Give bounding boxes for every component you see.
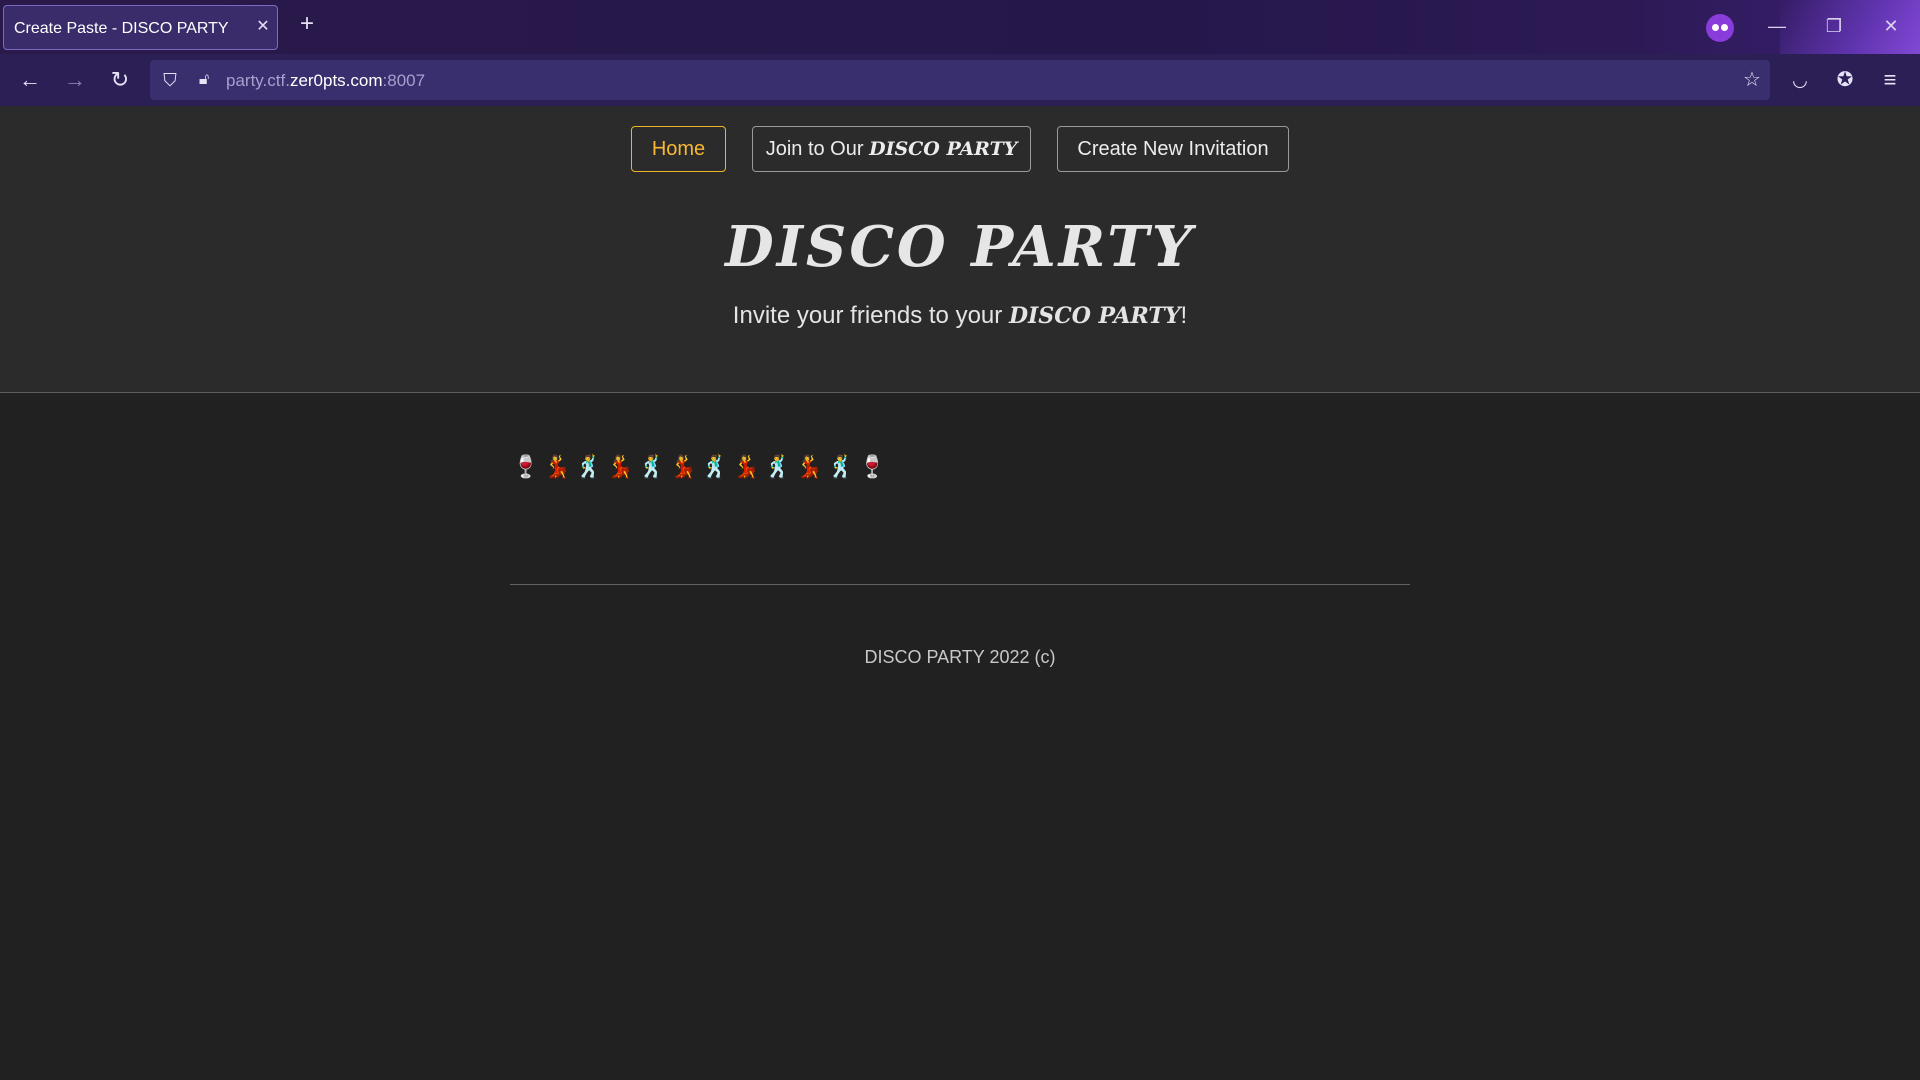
subtitle-suffix: ! <box>1180 302 1188 329</box>
footer-divider <box>510 584 1410 585</box>
pocket-icon[interactable]: ◡ <box>1784 64 1816 96</box>
bookmark-star-icon[interactable]: ☆ <box>1736 64 1768 96</box>
man-dancing-icon: 🕺 <box>764 454 792 479</box>
create-invitation-button[interactable]: Create New Invitation <box>1057 126 1289 172</box>
join-party-button[interactable]: Join to Our DISCO PARTY <box>752 126 1031 172</box>
page-subtitle: Invite your friends to your DISCO PARTY! <box>0 302 1920 330</box>
hero-section: Home Join to Our DISCO PARTY Create New … <box>0 106 1920 393</box>
invitation-emoji-row: 🍷 💃 🕺 💃 🕺 💃 🕺 💃 🕺 💃 🕺 🍷 <box>510 450 888 484</box>
wine-glass-icon: 🍷 <box>512 454 540 479</box>
join-brand: DISCO PARTY <box>869 138 1018 160</box>
man-dancing-icon: 🕺 <box>827 454 855 479</box>
footer-text: DISCO PARTY 2022 (c) <box>864 647 1056 667</box>
browser-tab-bar: Create Paste - DISCO PARTY ✕ + — ❐ ✕ <box>0 0 1920 54</box>
man-dancing-icon: 🕺 <box>575 454 603 479</box>
url-bar[interactable]: ⛉ 🔓︎ party.ctf.zer0pts.com:8007 ☆ <box>150 60 1770 100</box>
extensions-icon[interactable]: ✪ <box>1829 64 1861 96</box>
woman-dancing-icon: 💃 <box>795 454 823 479</box>
join-label: Join to Our <box>765 138 870 160</box>
back-icon[interactable]: ← <box>14 64 46 96</box>
browser-tab[interactable]: Create Paste - DISCO PARTY ✕ <box>3 5 278 50</box>
reload-icon[interactable]: ↻ <box>104 64 136 96</box>
minimize-icon[interactable]: — <box>1762 12 1792 40</box>
private-browsing-icon <box>1706 14 1734 42</box>
url-text[interactable]: party.ctf.zer0pts.com:8007 <box>226 71 425 91</box>
man-dancing-icon: 🕺 <box>701 454 729 479</box>
subtitle-prefix: Invite your friends to your <box>732 302 1009 329</box>
lock-icon[interactable]: 🔓︎ <box>188 64 220 96</box>
shield-icon[interactable]: ⛉ <box>154 64 186 96</box>
woman-dancing-icon: 💃 <box>732 454 760 479</box>
window-close-icon[interactable]: ✕ <box>1876 12 1906 40</box>
new-tab-icon[interactable]: + <box>295 12 319 36</box>
tab-title: Create Paste - DISCO PARTY <box>14 20 229 37</box>
page-title: DISCO PARTY <box>725 214 1195 280</box>
menu-icon[interactable]: ≡ <box>1874 64 1906 96</box>
woman-dancing-icon: 💃 <box>543 454 571 479</box>
woman-dancing-icon: 💃 <box>669 454 697 479</box>
man-dancing-icon: 🕺 <box>638 454 666 479</box>
home-button[interactable]: Home <box>631 126 726 172</box>
subtitle-brand: DISCO PARTY <box>1008 303 1181 329</box>
close-tab-icon[interactable]: ✕ <box>254 18 272 36</box>
woman-dancing-icon: 💃 <box>606 454 634 479</box>
wine-glass-icon: 🍷 <box>858 454 886 479</box>
navigation-toolbar: ← → ↻ ⛉ 🔓︎ party.ctf.zer0pts.com:8007 ☆ … <box>0 54 1920 106</box>
restore-icon[interactable]: ❐ <box>1819 12 1849 40</box>
forward-icon[interactable]: → <box>59 64 91 96</box>
page-content: Home Join to Our DISCO PARTY Create New … <box>0 106 1920 1080</box>
